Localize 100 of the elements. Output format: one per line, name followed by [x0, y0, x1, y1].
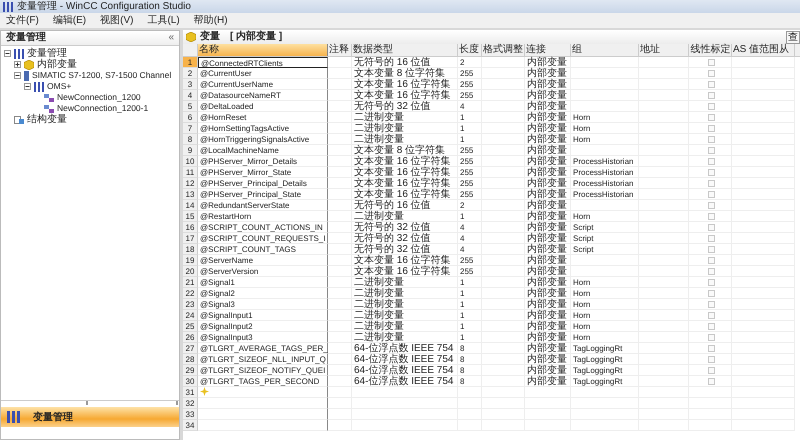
splitter-handle[interactable] [1, 400, 179, 405]
checkbox[interactable] [708, 256, 714, 264]
row-number[interactable]: 4 [183, 90, 198, 101]
row-number[interactable]: 9 [183, 145, 198, 156]
checkbox[interactable] [708, 268, 714, 274]
checkbox[interactable] [708, 300, 714, 308]
checkbox[interactable] [708, 224, 714, 230]
column-header[interactable]: 格式调整 [482, 44, 525, 56]
checkbox[interactable] [708, 322, 714, 330]
checkbox[interactable] [708, 70, 714, 76]
row-number[interactable]: 28 [183, 354, 198, 365]
row-number[interactable]: 27 [183, 343, 198, 354]
checkbox[interactable] [708, 312, 714, 318]
row-number[interactable]: 18 [183, 244, 198, 255]
checkbox[interactable] [708, 246, 714, 252]
checkbox[interactable] [708, 366, 714, 374]
row-number[interactable]: 13 [183, 189, 198, 200]
menu-item[interactable]: 帮助(H) [194, 14, 228, 26]
checkbox[interactable] [708, 234, 714, 242]
tree-item[interactable]: 结构变量 [27, 114, 67, 125]
checkbox[interactable] [708, 202, 714, 208]
tree-item[interactable]: OMS+ [47, 81, 72, 92]
table-cell: 1 [458, 332, 482, 343]
checkbox[interactable] [708, 114, 714, 120]
checkbox[interactable] [708, 136, 714, 142]
column-header[interactable]: AS 值范围从 [732, 44, 795, 56]
tree-item[interactable]: SIMATIC S7-1200, S7-1500 Channel [32, 70, 172, 81]
row-number[interactable]: 25 [183, 321, 198, 332]
row-number[interactable]: 30 [183, 376, 198, 387]
column-header[interactable]: 连接 [525, 44, 571, 56]
row-number[interactable]: 6 [183, 112, 198, 123]
menu-item[interactable]: 工具(L) [147, 14, 180, 26]
row-number[interactable]: 8 [183, 134, 198, 145]
row-number[interactable]: 33 [183, 409, 198, 420]
tree-item[interactable]: 变量管理 [27, 48, 67, 59]
table-cell: @Signal2 [198, 288, 328, 299]
expander-icon[interactable] [24, 83, 31, 90]
table-cell: @TLGRT_SIZEOF_NOTIFY_QUEI [198, 365, 328, 376]
column-header[interactable]: 地址 [639, 44, 689, 56]
row-number[interactable]: 34 [183, 420, 198, 431]
column-header[interactable]: 长度 [458, 44, 482, 56]
row-number[interactable]: 2 [183, 68, 198, 79]
row-number[interactable]: 5 [183, 101, 198, 112]
tree-item[interactable]: 内部变量 [37, 59, 77, 70]
empty-cell [328, 409, 352, 420]
checkbox[interactable] [708, 58, 714, 66]
checkbox[interactable] [708, 278, 714, 286]
column-header[interactable]: 名称 [198, 44, 328, 56]
nav-button[interactable]: 变量管理 [1, 407, 179, 427]
row-number[interactable]: 3 [183, 79, 198, 90]
menu-item[interactable]: 编辑(E) [52, 14, 86, 26]
row-number[interactable]: 21 [183, 277, 198, 288]
row-number[interactable]: 29 [183, 365, 198, 376]
column-header[interactable]: 注释 [328, 44, 352, 56]
row-number[interactable]: 12 [183, 178, 198, 189]
expander-icon[interactable] [14, 61, 21, 68]
column-header[interactable]: 数据类型 [352, 44, 458, 56]
checkbox[interactable] [708, 334, 714, 340]
search-button[interactable]: 查 [786, 30, 800, 44]
checkbox[interactable] [708, 168, 714, 176]
checkbox[interactable] [708, 356, 714, 362]
row-number[interactable]: 31 [183, 387, 198, 398]
checkbox[interactable] [708, 102, 714, 110]
checkbox[interactable] [708, 92, 714, 98]
row-number[interactable]: 26 [183, 332, 198, 343]
row-number[interactable]: 16 [183, 222, 198, 233]
expander-icon[interactable] [14, 72, 21, 79]
row-number[interactable]: 10 [183, 156, 198, 167]
tag-management-icon [7, 411, 21, 423]
tree-item[interactable]: NewConnection_1200-1 [57, 103, 148, 114]
column-header[interactable]: 组 [571, 44, 639, 56]
row-number[interactable]: 11 [183, 167, 198, 178]
checkbox[interactable] [708, 378, 714, 384]
row-number[interactable]: 14 [183, 200, 198, 211]
row-number[interactable]: 15 [183, 211, 198, 222]
menu-item[interactable]: 文件(F) [6, 14, 39, 26]
row-number[interactable]: 20 [183, 266, 198, 277]
checkbox[interactable] [708, 344, 714, 352]
checkbox[interactable] [708, 80, 714, 88]
checkbox[interactable] [708, 290, 714, 296]
checkbox[interactable] [708, 180, 714, 186]
collapse-button[interactable]: « [168, 32, 174, 44]
checkbox[interactable] [708, 146, 714, 154]
table-cell: 255 [458, 145, 482, 156]
checkbox[interactable] [708, 124, 714, 132]
row-number[interactable]: 17 [183, 233, 198, 244]
row-number[interactable]: 24 [183, 310, 198, 321]
column-header[interactable]: 线性标定 [689, 44, 732, 56]
menu-item[interactable]: 视图(V) [100, 14, 134, 26]
row-number[interactable]: 1 [183, 57, 198, 68]
row-number[interactable]: 23 [183, 299, 198, 310]
tree-item[interactable]: NewConnection_1200 [57, 92, 141, 103]
checkbox[interactable] [708, 190, 714, 198]
row-number[interactable]: 7 [183, 123, 198, 134]
expander-icon[interactable] [4, 50, 11, 57]
row-number[interactable]: 32 [183, 398, 198, 409]
checkbox[interactable] [708, 158, 714, 164]
row-number[interactable]: 19 [183, 255, 198, 266]
row-number[interactable]: 22 [183, 288, 198, 299]
checkbox[interactable] [708, 212, 714, 220]
